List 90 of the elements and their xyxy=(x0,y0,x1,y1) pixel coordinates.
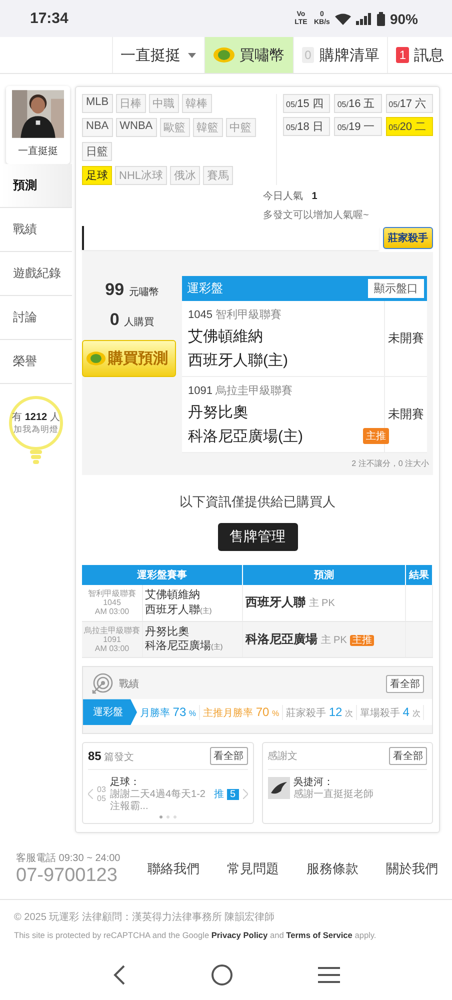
board-title: 運彩盤 xyxy=(187,280,223,297)
show-odds-button[interactable]: 顯示盤口 xyxy=(368,278,424,298)
date-tab[interactable]: 05/18 日 xyxy=(283,116,330,136)
team-name: 科洛尼亞廣場(主) xyxy=(188,426,303,446)
stat-item: 單場殺手 4 次 xyxy=(357,704,424,720)
popularity-hint: 多發文可以增加人氣喔~ xyxy=(263,208,370,222)
date-tab[interactable]: 05/20 二 xyxy=(386,116,433,136)
post-count: 85 篇發文 xyxy=(88,748,134,764)
privacy-policy-link[interactable]: Privacy Policy xyxy=(211,930,268,940)
sidebar-item[interactable]: 戰績 xyxy=(0,208,72,252)
terms-link[interactable]: Terms of Service xyxy=(286,930,352,940)
team-name: 丹努比奧 xyxy=(188,402,248,422)
view-all-button[interactable]: 看全部 xyxy=(389,747,427,766)
target-icon xyxy=(91,673,113,696)
footer-link[interactable]: 服務條款 xyxy=(306,860,359,878)
column-header: 預測 xyxy=(242,564,406,585)
date-tab[interactable]: 05/15 四 xyxy=(283,94,330,113)
game-status: 未開賽 xyxy=(388,406,424,423)
copyright-text: © 2025 玩運彩 法律顧問：漢英得力法律事務所 陳韻宏律師 xyxy=(14,910,276,924)
previous-icon xyxy=(88,789,93,800)
clock: 17:34 xyxy=(30,10,68,28)
stat-item: 月勝率 73 % xyxy=(137,704,200,720)
pager-dots-icon xyxy=(158,815,178,820)
fan-note: 加我為明燈 xyxy=(14,424,58,436)
back-icon[interactable] xyxy=(112,965,126,986)
coin-icon xyxy=(86,350,106,366)
footer-link[interactable]: 關於我們 xyxy=(386,860,438,878)
sport-tag[interactable]: WNBA xyxy=(116,118,157,137)
nav-link[interactable]: 1 訊息 xyxy=(387,37,452,73)
phone-number: 07-9700123 xyxy=(16,865,118,888)
wifi-icon xyxy=(334,12,351,25)
menu-icon[interactable] xyxy=(318,967,340,984)
table-cell: 科洛尼亞廣場 主 PK 主推 xyxy=(242,621,406,658)
recaptcha-notice: This site is protected by reCAPTCHA and the Google Privacy Policy and Terms of Service apply. xyxy=(14,930,378,940)
game-status: 未開賽 xyxy=(388,330,424,347)
team-name: 西班牙人聯(主) xyxy=(188,350,288,370)
profile-name: 一直挺挺 xyxy=(18,144,58,158)
post-sport: 足球： xyxy=(110,776,141,788)
stats-title: 戰績 xyxy=(119,678,140,692)
date-tab[interactable]: 05/16 五 xyxy=(334,94,382,113)
table-cell: 西班牙人聯 主 PK xyxy=(242,584,406,622)
stat-item: 莊家殺手 12 次 xyxy=(283,704,358,720)
thanks-title: 感謝文 xyxy=(268,750,298,764)
table-cell: 智利甲級聯賽 1045 AM 03:00 xyxy=(82,584,142,622)
date-tab[interactable]: 05/17 六 xyxy=(386,94,433,113)
buy-coins-link[interactable]: 買嘯幣 xyxy=(204,37,293,73)
battery-icon xyxy=(376,12,385,26)
sport-tag[interactable]: 足球 xyxy=(82,166,112,185)
thanks-text: 感謝一直挺挺老師 xyxy=(294,789,374,802)
price: 99 元嘯幣 xyxy=(105,280,159,300)
next-icon xyxy=(242,789,248,800)
input-field[interactable] xyxy=(82,226,379,250)
footer-link[interactable]: 聯絡我們 xyxy=(148,860,200,878)
home-icon[interactable] xyxy=(210,964,233,986)
buyer-count: 0 人購買 xyxy=(110,310,154,330)
game-league: 1091 烏拉圭甲級聯賽 xyxy=(188,384,294,398)
view-all-button[interactable]: 看全部 xyxy=(386,675,424,694)
achievement-badge: 莊家殺手 xyxy=(383,226,433,249)
sport-tag[interactable]: NBA xyxy=(82,118,113,137)
sidebar-item[interactable]: 討論 xyxy=(0,296,72,340)
sidebar-item[interactable]: 榮譽 xyxy=(0,340,72,384)
sidebar-item[interactable]: 遊戲紀錄 xyxy=(0,252,72,296)
game-league: 1045 智利甲級聯賽 xyxy=(188,308,283,322)
bet-note: 2 注不讓分，0 注大小 xyxy=(82,454,433,475)
manage-button[interactable]: 售牌管理 xyxy=(218,522,298,551)
sport-tag[interactable]: 日籃 xyxy=(82,142,112,161)
phone-label: 客服電話 09:30 ~ 24:00 xyxy=(16,852,120,866)
column-header: 結果 xyxy=(406,564,432,585)
caret-icon xyxy=(188,52,196,58)
sport-tag[interactable]: MLB xyxy=(82,94,113,113)
table-cell: 烏拉圭甲級聯賽 1091 AM 03:00 xyxy=(82,621,142,658)
fan-count: 有 1212 人 xyxy=(12,410,60,424)
notice-text: 以下資訊僅提供給已購買人 xyxy=(180,492,336,511)
battery-level: 90% xyxy=(390,10,418,27)
date-tab[interactable]: 05/19 一 xyxy=(334,116,382,136)
view-all-button[interactable]: 看全部 xyxy=(210,747,248,766)
push-count: 推 5 xyxy=(214,787,238,802)
popularity-count: 今日人氣 1 xyxy=(263,190,318,203)
post-date: 03 05 xyxy=(97,784,106,804)
sidebar-item[interactable]: 預測 xyxy=(0,164,72,208)
featured-tag: 主推 xyxy=(363,428,389,444)
post-excerpt: 謝謝二天4過4每天1-2注報霸... xyxy=(110,789,206,814)
column-header: 運彩盤賽事 xyxy=(82,564,243,585)
stat-item: 主推月勝率 70 % xyxy=(200,704,284,720)
count-badge: 1 xyxy=(396,47,409,64)
thanks-author: 吳捷河： xyxy=(294,776,334,788)
coin-icon xyxy=(212,47,235,64)
footer-link[interactable]: 常見問題 xyxy=(227,860,280,878)
team-name: 艾佛頓維納 xyxy=(188,326,263,346)
signal-icon xyxy=(356,12,372,25)
